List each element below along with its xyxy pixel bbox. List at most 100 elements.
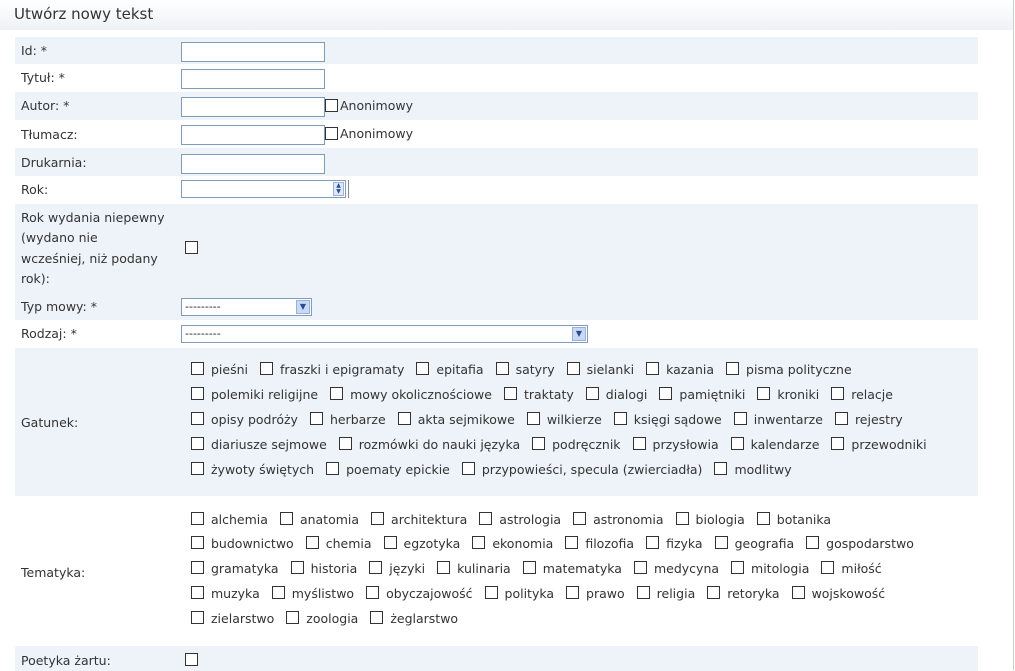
gatunek-checkbox[interactable] bbox=[831, 437, 845, 450]
gatunek-option[interactable]: relacje bbox=[831, 385, 893, 405]
gatunek-checkbox[interactable] bbox=[495, 362, 509, 375]
gatunek-checkbox[interactable] bbox=[260, 362, 274, 375]
gatunek-option[interactable]: pieśni bbox=[191, 360, 248, 380]
tematyka-checkbox[interactable] bbox=[573, 512, 587, 525]
gatunek-checkbox[interactable] bbox=[566, 362, 580, 375]
tematyka-checkbox[interactable] bbox=[437, 561, 451, 574]
rodzaj-select[interactable]: --------- ▼ bbox=[181, 325, 588, 343]
gatunek-option[interactable]: rejestry bbox=[834, 410, 903, 430]
gatunek-option[interactable]: kalendarze bbox=[730, 435, 819, 455]
tematyka-checkbox[interactable] bbox=[806, 536, 820, 549]
gatunek-option[interactable]: przypowieści, specula (zwierciadła) bbox=[461, 460, 702, 480]
gatunek-checkbox[interactable] bbox=[834, 412, 848, 425]
tematyka-checkbox[interactable] bbox=[371, 512, 385, 525]
gatunek-checkbox[interactable] bbox=[330, 387, 344, 400]
gatunek-checkbox[interactable] bbox=[397, 412, 411, 425]
tematyka-option[interactable]: prawo bbox=[566, 584, 625, 604]
tematyka-checkbox[interactable] bbox=[369, 561, 383, 574]
gatunek-option[interactable]: przysłowia bbox=[632, 435, 719, 455]
tematyka-option[interactable]: myślistwo bbox=[271, 584, 354, 604]
tematyka-checkbox[interactable] bbox=[279, 512, 293, 525]
gatunek-checkbox[interactable] bbox=[191, 387, 204, 400]
tematyka-checkbox[interactable] bbox=[366, 586, 380, 599]
tematyka-checkbox[interactable] bbox=[821, 561, 835, 574]
gatunek-option[interactable]: polemiki religijne bbox=[191, 385, 318, 405]
tematyka-option[interactable]: wojskowość bbox=[791, 584, 885, 604]
tematyka-option[interactable]: chemia bbox=[305, 534, 372, 554]
gatunek-checkbox[interactable] bbox=[309, 412, 323, 425]
tematyka-option[interactable]: alchemia bbox=[191, 510, 268, 530]
gatunek-checkbox[interactable] bbox=[326, 462, 340, 475]
tematyka-option[interactable]: astrologia bbox=[479, 510, 561, 530]
autor-anon-checkbox[interactable] bbox=[325, 99, 338, 112]
tematyka-checkbox[interactable] bbox=[271, 586, 285, 599]
tematyka-option[interactable]: biologia bbox=[675, 510, 745, 530]
gatunek-option[interactable]: diariusze sejmowe bbox=[191, 435, 327, 455]
gatunek-checkbox[interactable] bbox=[659, 387, 673, 400]
tematyka-checkbox[interactable] bbox=[756, 512, 770, 525]
tematyka-option[interactable]: geografia bbox=[714, 534, 794, 554]
gatunek-option[interactable]: przewodniki bbox=[831, 435, 927, 455]
tematyka-checkbox[interactable] bbox=[636, 586, 650, 599]
tematyka-checkbox[interactable] bbox=[479, 512, 493, 525]
gatunek-option[interactable]: dialogi bbox=[585, 385, 647, 405]
tematyka-option[interactable]: kulinaria bbox=[437, 559, 511, 579]
tematyka-option[interactable]: obyczajowość bbox=[366, 584, 473, 604]
tematyka-option[interactable]: medycyna bbox=[633, 559, 719, 579]
gatunek-checkbox[interactable] bbox=[714, 462, 728, 475]
chevron-down-icon[interactable]: ▼ bbox=[296, 300, 310, 314]
gatunek-checkbox[interactable] bbox=[646, 362, 660, 375]
gatunek-option[interactable]: modlitwy bbox=[714, 460, 792, 480]
chevron-down-icon[interactable]: ▼ bbox=[572, 327, 586, 341]
tlumacz-anon[interactable]: Anonimowy bbox=[325, 127, 413, 141]
tematyka-checkbox[interactable] bbox=[633, 561, 647, 574]
gatunek-option[interactable]: pisma polityczne bbox=[726, 360, 852, 380]
poetyka-zartu-checkbox[interactable] bbox=[185, 653, 198, 666]
tematyka-option[interactable]: żeglarstwo bbox=[370, 609, 458, 629]
autor-input[interactable] bbox=[181, 97, 325, 117]
gatunek-option[interactable]: podręcznik bbox=[532, 435, 621, 455]
gatunek-option[interactable]: kazania bbox=[646, 360, 714, 380]
gatunek-checkbox[interactable] bbox=[191, 437, 204, 450]
gatunek-checkbox[interactable] bbox=[191, 362, 204, 375]
gatunek-option[interactable]: satyry bbox=[495, 360, 555, 380]
tematyka-checkbox[interactable] bbox=[370, 611, 384, 624]
tematyka-checkbox[interactable] bbox=[191, 536, 204, 549]
tematyka-checkbox[interactable] bbox=[286, 611, 300, 624]
tematyka-option[interactable]: matematyka bbox=[522, 559, 622, 579]
tematyka-checkbox[interactable] bbox=[791, 586, 805, 599]
tematyka-option[interactable]: retoryka bbox=[707, 584, 780, 604]
tematyka-checkbox[interactable] bbox=[565, 536, 579, 549]
rok-niepewny-checkbox[interactable] bbox=[185, 241, 198, 254]
tematyka-option[interactable]: polityka bbox=[484, 584, 554, 604]
tematyka-option[interactable]: astronomia bbox=[573, 510, 664, 530]
tytul-input[interactable] bbox=[181, 69, 325, 89]
tematyka-checkbox[interactable] bbox=[290, 561, 304, 574]
gatunek-checkbox[interactable] bbox=[191, 462, 204, 475]
tematyka-checkbox[interactable] bbox=[191, 512, 204, 525]
gatunek-checkbox[interactable] bbox=[526, 412, 540, 425]
tematyka-option[interactable]: historia bbox=[290, 559, 357, 579]
tematyka-checkbox[interactable] bbox=[484, 586, 498, 599]
tematyka-option[interactable]: ekonomia bbox=[472, 534, 553, 554]
gatunek-checkbox[interactable] bbox=[733, 412, 747, 425]
gatunek-checkbox[interactable] bbox=[726, 362, 740, 375]
gatunek-option[interactable]: traktaty bbox=[503, 385, 574, 405]
drukarnia-input[interactable] bbox=[181, 154, 325, 174]
tematyka-option[interactable]: gospodarstwo bbox=[806, 534, 914, 554]
gatunek-option[interactable]: sielanki bbox=[566, 360, 634, 380]
tematyka-option[interactable]: architektura bbox=[371, 510, 467, 530]
gatunek-checkbox[interactable] bbox=[831, 387, 845, 400]
tematyka-option[interactable]: budownictwo bbox=[191, 534, 294, 554]
tematyka-option[interactable]: zoologia bbox=[286, 609, 358, 629]
tematyka-checkbox[interactable] bbox=[646, 536, 660, 549]
gatunek-option[interactable]: mowy okolicznościowe bbox=[330, 385, 492, 405]
gatunek-checkbox[interactable] bbox=[730, 437, 744, 450]
tematyka-checkbox[interactable] bbox=[566, 586, 580, 599]
tematyka-checkbox[interactable] bbox=[191, 561, 204, 574]
tematyka-checkbox[interactable] bbox=[305, 536, 319, 549]
tematyka-option[interactable]: filozofia bbox=[565, 534, 634, 554]
gatunek-checkbox[interactable] bbox=[338, 437, 352, 450]
tematyka-option[interactable]: języki bbox=[369, 559, 425, 579]
gatunek-checkbox[interactable] bbox=[461, 462, 475, 475]
